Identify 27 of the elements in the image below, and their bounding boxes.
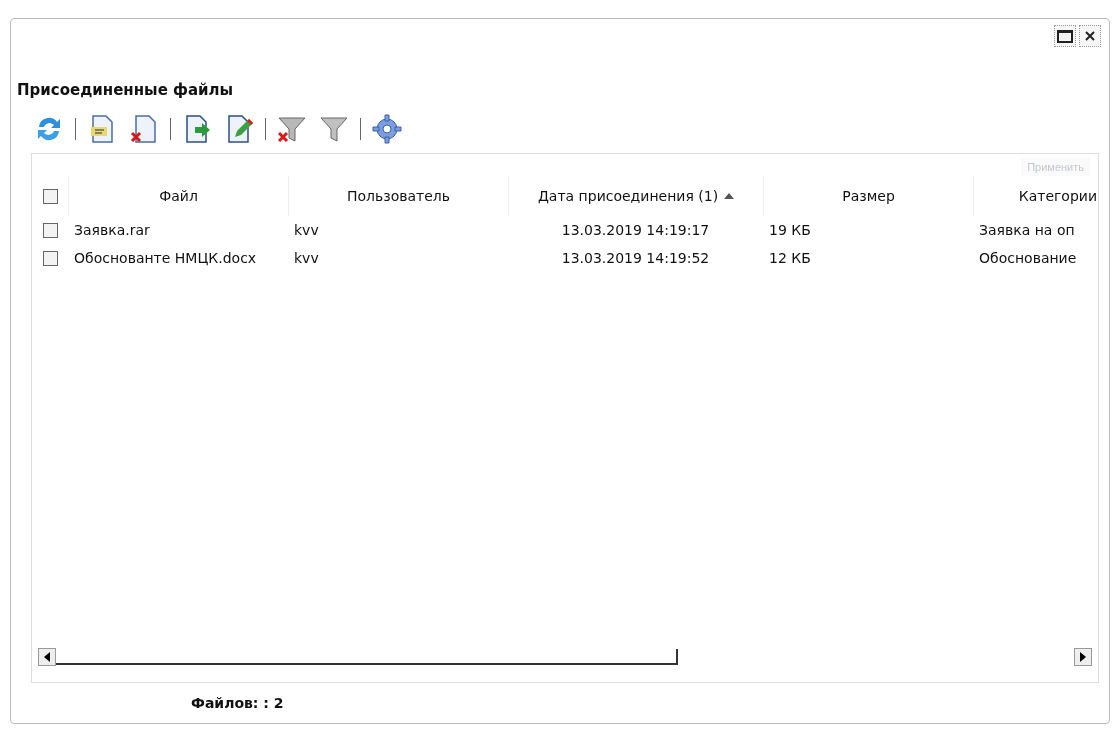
- horizontal-scrollbar[interactable]: [38, 648, 1092, 666]
- table-cell: Заявка.rar: [74, 222, 150, 238]
- table-cell: 13.03.2019 14:19:17: [561, 222, 710, 238]
- table-cell: 12 КБ: [769, 250, 811, 266]
- table-cell: 19 КБ: [769, 222, 811, 238]
- column-header[interactable]: Дата присоединения (1): [537, 188, 735, 204]
- scroll-right-icon[interactable]: [1074, 648, 1092, 666]
- table-cell: Обосновантe НМЦК.docx: [74, 250, 257, 266]
- row-checkbox[interactable]: [42, 250, 58, 266]
- table-cell: Заявка на оп: [979, 222, 1075, 238]
- column-header[interactable]: Пользователь: [346, 188, 451, 204]
- row-checkbox[interactable]: [42, 222, 58, 238]
- column-header[interactable]: Категории: [1018, 188, 1097, 204]
- maximize-button[interactable]: [1054, 25, 1076, 47]
- table-cell: kvv: [294, 250, 319, 266]
- column-header[interactable]: Размер: [842, 188, 895, 204]
- scroll-left-icon[interactable]: [38, 648, 56, 666]
- column-header[interactable]: Файл: [159, 188, 198, 204]
- table-cell: kvv: [294, 222, 319, 238]
- close-icon: [1084, 30, 1096, 42]
- window-title: Присоединенные файлы: [16, 80, 235, 99]
- table-cell: Обоснование: [979, 250, 1077, 266]
- table-cell: 13.03.2019 14:19:52: [561, 250, 710, 266]
- close-button[interactable]: [1079, 25, 1101, 47]
- select-all-checkbox[interactable]: [42, 188, 58, 204]
- sort-ascending-icon: [724, 193, 735, 199]
- status-text: Файлов: : 2: [190, 694, 285, 713]
